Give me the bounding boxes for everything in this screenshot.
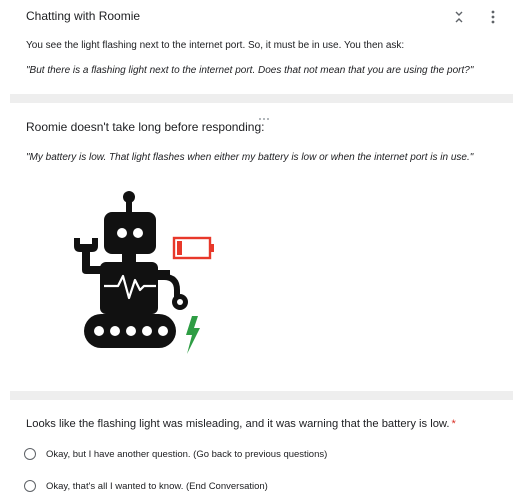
robot-illustration [74,191,214,354]
question-text: Looks like the flashing light was mislea… [26,418,450,430]
section-quote: "But there is a flashing light next to t… [26,65,474,76]
section-description: You see the light flashing next to the i… [26,40,405,51]
option-label: Okay, that's all I wanted to know. (End … [46,480,268,492]
option-label: Okay, but I have another question. (Go b… [46,448,328,460]
option-go-back[interactable]: Okay, but I have another question. (Go b… [24,448,327,460]
question-title: Looks like the flashing light was mislea… [26,418,456,430]
more-vert-icon[interactable] [485,9,501,25]
collapse-icon[interactable] [451,9,467,25]
section-card-chatting: Chatting with Roomie You see the light f… [0,0,513,93]
response-heading: Roomie doesn't take long before respondi… [26,120,265,134]
response-quote: "My battery is low. That light flashes w… [26,152,474,163]
section-actions [451,9,501,25]
section-divider [10,94,513,103]
form-page: Chatting with Roomie You see the light f… [0,0,513,494]
drag-handle-icon[interactable] [258,107,272,120]
section-title: Chatting with Roomie [26,9,141,23]
lightning-bolt-icon [186,316,200,354]
required-marker: * [451,418,456,430]
radio-button[interactable] [24,448,36,460]
radio-button[interactable] [24,480,36,492]
low-battery-icon [172,236,214,260]
option-end-conversation[interactable]: Okay, that's all I wanted to know. (End … [24,480,268,492]
section-divider-2 [10,391,513,400]
